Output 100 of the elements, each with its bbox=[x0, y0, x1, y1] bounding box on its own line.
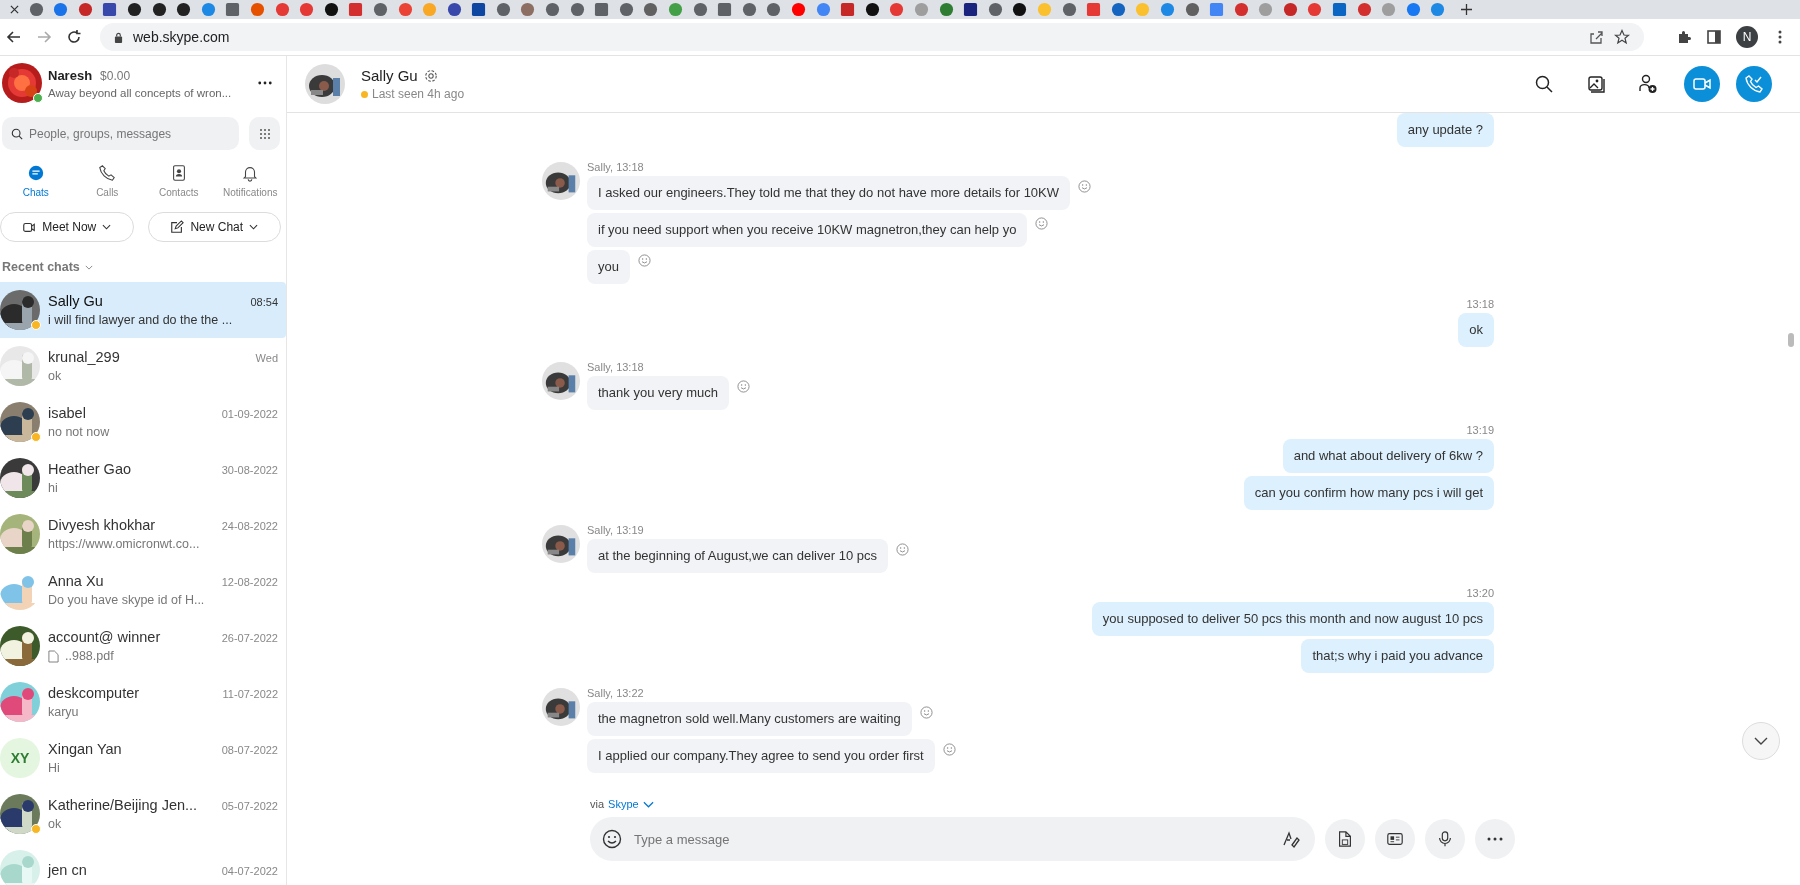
tab-icon[interactable] bbox=[126, 2, 142, 17]
nav-tab[interactable]: Calls bbox=[71, 164, 143, 198]
chat-item[interactable]: Heather Gao 30-08-2022 hi bbox=[0, 450, 286, 506]
chat-item[interactable]: krunal_299 Wed ok bbox=[0, 338, 286, 394]
dialpad-button[interactable] bbox=[249, 117, 280, 150]
lock-icon[interactable] bbox=[114, 31, 123, 43]
contact-card-icon bbox=[1386, 830, 1404, 848]
message-meta: 13:19 bbox=[1466, 424, 1494, 436]
file-button[interactable] bbox=[1325, 819, 1365, 859]
caret-icon bbox=[102, 224, 112, 230]
message-meta: 13:18 bbox=[1466, 298, 1494, 310]
address-bar[interactable]: web.skype.com bbox=[100, 23, 1644, 51]
via-label: via bbox=[590, 798, 605, 810]
mood-message: Away beyond all concepts of wron... bbox=[48, 86, 233, 99]
chat-item[interactable]: XY Xingan Yan 08-07-2022 Hi bbox=[0, 730, 286, 786]
profile-avatar[interactable]: N bbox=[1736, 26, 1758, 48]
profile-name: Naresh bbox=[48, 67, 93, 83]
last-seen: Last seen 4h ago bbox=[372, 87, 465, 101]
action-button[interactable]: Meet Now bbox=[0, 212, 134, 242]
message-bubble: I asked our engineers.They told me that they do not have more details for 10KW bbox=[587, 176, 1071, 210]
tab-icon[interactable] bbox=[963, 2, 979, 17]
message-bubble: at the beginning of August,we can deliver 10 pcs bbox=[587, 539, 888, 573]
message-bubble: ok bbox=[1458, 313, 1494, 347]
more-icon bbox=[1487, 837, 1503, 841]
nav-tab[interactable]: Chats bbox=[0, 164, 72, 198]
nav-tab[interactable]: Contacts bbox=[143, 164, 215, 198]
message-meta: Sally, 13:18 bbox=[587, 161, 645, 173]
scrollbar-thumb[interactable] bbox=[1788, 333, 1794, 347]
chat-item[interactable]: deskcomputer 11-07-2022 karyu bbox=[0, 674, 286, 730]
caret-icon bbox=[249, 224, 259, 230]
chevron-icon[interactable] bbox=[642, 800, 654, 808]
chat-item[interactable]: jen cn 04-07-2022 bbox=[0, 842, 286, 885]
chat-item[interactable]: isabel 01-09-2022 no not now bbox=[0, 394, 286, 450]
tab-icon[interactable] bbox=[1012, 2, 1028, 17]
tab-icon[interactable] bbox=[176, 2, 192, 17]
share-icon[interactable] bbox=[1588, 29, 1604, 45]
dialpad-icon bbox=[258, 127, 271, 140]
more-icon[interactable] bbox=[258, 81, 272, 85]
message-bubble: I applied our company.They agree to send you order first bbox=[587, 739, 935, 773]
compose-icon bbox=[170, 220, 185, 234]
microphone-icon bbox=[1436, 830, 1454, 848]
tab-icon[interactable] bbox=[471, 2, 487, 17]
chat-icon bbox=[26, 164, 45, 182]
gallery-icon[interactable] bbox=[1586, 74, 1606, 94]
message-bubble: that;s why i paid you advance bbox=[1301, 639, 1494, 673]
reload-icon[interactable] bbox=[66, 29, 82, 45]
microphone-button[interactable] bbox=[1425, 819, 1465, 859]
settings-icon[interactable] bbox=[423, 68, 438, 83]
smiley-icon[interactable] bbox=[602, 829, 622, 849]
phone-icon bbox=[1744, 74, 1764, 94]
message-meta: Sally, 13:18 bbox=[587, 361, 645, 373]
message-bubble: you bbox=[587, 250, 630, 284]
message-meta: 13:20 bbox=[1466, 587, 1494, 599]
file-icon bbox=[1336, 830, 1354, 848]
star-icon[interactable] bbox=[1614, 29, 1630, 45]
back-icon[interactable] bbox=[6, 29, 22, 45]
message-bubble: any update ? bbox=[1396, 113, 1494, 147]
message-bubble: thank you very much bbox=[587, 376, 729, 410]
search-field[interactable]: People, groups, messages bbox=[2, 117, 239, 150]
search-icon bbox=[11, 128, 23, 140]
chat-item[interactable]: account@ winner 26-07-2022 ..988.pdf bbox=[0, 618, 286, 674]
tab-icon[interactable] bbox=[323, 2, 339, 17]
contact-card-button[interactable] bbox=[1375, 819, 1415, 859]
message-meta: Sally, 13:19 bbox=[587, 524, 645, 536]
tab-icon[interactable] bbox=[446, 2, 462, 17]
close-icon[interactable] bbox=[10, 5, 19, 14]
new-tab-icon[interactable] bbox=[1461, 4, 1473, 15]
tab-icon[interactable] bbox=[102, 2, 118, 17]
tab-icon[interactable] bbox=[864, 2, 880, 17]
phone-icon bbox=[98, 164, 117, 182]
bell-icon bbox=[241, 164, 260, 182]
pen-icon[interactable] bbox=[1281, 829, 1301, 849]
video-icon bbox=[22, 220, 37, 234]
message-input[interactable]: Type a message bbox=[590, 817, 1315, 861]
video-call-button[interactable] bbox=[1684, 66, 1720, 102]
contact-name: Sally Gu bbox=[361, 67, 418, 84]
scroll-down-button[interactable] bbox=[1742, 722, 1780, 760]
chat-item[interactable]: Anna Xu 12-08-2022 Do you have skype id of H... bbox=[0, 562, 286, 618]
search-icon[interactable] bbox=[1534, 74, 1554, 94]
skype-link[interactable]: Skype bbox=[608, 798, 639, 810]
initials-avatar: XY bbox=[0, 738, 40, 778]
credit-balance: $0.00 bbox=[100, 68, 131, 83]
action-button[interactable]: New Chat bbox=[147, 212, 281, 242]
chat-item[interactable]: Sally Gu 08:54 i will find lawyer and do the the ... bbox=[0, 282, 286, 338]
message-bubble: the magnetron sold well.Many customers are waiting bbox=[587, 702, 912, 736]
message-bubble: you supposed to deliver 50 pcs this month and now august 10 pcs bbox=[1091, 602, 1494, 636]
chat-item[interactable]: Divyesh khokhar 24-08-2022 https://www.omicronwt.co... bbox=[0, 506, 286, 562]
chevron-icon bbox=[1754, 737, 1768, 745]
side-panel-icon[interactable] bbox=[1706, 29, 1722, 45]
tab-icon[interactable] bbox=[151, 2, 167, 17]
caret-icon bbox=[84, 264, 93, 270]
puzzle-icon[interactable] bbox=[1676, 29, 1692, 45]
chat-item[interactable]: Katherine/Beijing Jen... 05-07-2022 ok bbox=[0, 786, 286, 842]
message-bubble: if you need support when you receive 10KW magnetron,they can help yo bbox=[587, 213, 1028, 247]
audio-call-button[interactable] bbox=[1736, 66, 1772, 102]
message-meta: Sally, 13:22 bbox=[587, 687, 645, 699]
recent-chats-toggle[interactable]: Recent chats bbox=[0, 242, 95, 282]
add-person-icon[interactable] bbox=[1638, 74, 1658, 94]
forward-icon[interactable] bbox=[36, 29, 52, 45]
nav-tab[interactable]: Notifications bbox=[214, 164, 286, 198]
